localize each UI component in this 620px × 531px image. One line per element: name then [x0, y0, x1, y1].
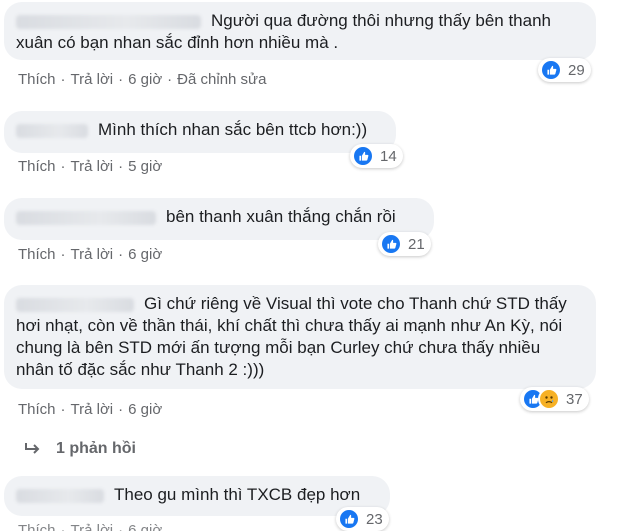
commenter-name[interactable]	[16, 123, 88, 138]
comment-text: bên thanh xuân thắng chắn rồi	[166, 207, 396, 226]
timestamp[interactable]: 6 giờ	[128, 246, 162, 263]
sad-icon	[538, 388, 560, 410]
reaction-count: 14	[380, 147, 397, 165]
timestamp[interactable]: 6 giờ	[128, 71, 162, 88]
like-link[interactable]: Thích	[18, 401, 56, 418]
comment-actions: Thích · Trả lời · 6 giờ	[18, 522, 162, 531]
reaction-summary[interactable]: 37	[520, 387, 589, 411]
like-icon	[540, 59, 562, 81]
reaction-count: 29	[568, 61, 585, 79]
comment-bubble: bên thanh xuân thắng chắn rồi	[4, 198, 434, 240]
reply-arrow-icon	[25, 443, 40, 454]
reaction-count: 23	[366, 510, 383, 528]
comment-feed: Người qua đường thôi nhưng thấy bên than…	[0, 0, 620, 531]
replies-count: 1 phản hồi	[56, 440, 136, 457]
reply-link[interactable]: Trả lời	[71, 158, 114, 175]
comment-actions: Thích · Trả lời · 6 giờ · Đã chỉnh sửa	[18, 71, 267, 88]
timestamp[interactable]: 6 giờ	[128, 522, 162, 531]
reply-link[interactable]: Trả lời	[71, 71, 114, 88]
commenter-name[interactable]	[16, 488, 104, 503]
comment-bubble: Gì chứ riêng về Visual thì vote cho Than…	[4, 285, 596, 389]
commenter-name[interactable]	[16, 210, 156, 225]
commenter-name[interactable]	[16, 14, 201, 29]
reaction-summary[interactable]: 23	[336, 507, 389, 531]
reaction-summary[interactable]: 14	[350, 144, 403, 168]
comment-bubble: Người qua đường thôi nhưng thấy bên than…	[4, 2, 596, 60]
comment-bubble: Mình thích nhan sắc bên ttcb hơn:))	[4, 111, 396, 153]
like-link[interactable]: Thích	[18, 246, 56, 263]
view-replies-link[interactable]: 1 phản hồi	[24, 440, 136, 458]
like-link[interactable]: Thích	[18, 522, 56, 531]
reaction-summary[interactable]: 21	[378, 232, 431, 256]
reaction-count: 21	[408, 235, 425, 253]
comment-bubble: Theo gu mình thì TXCB đẹp hơn	[4, 476, 390, 516]
like-icon	[380, 233, 402, 255]
comment-actions: Thích · Trả lời · 6 giờ	[18, 401, 163, 418]
comment-text: Mình thích nhan sắc bên ttcb hơn:))	[98, 120, 368, 139]
reply-link[interactable]: Trả lời	[71, 401, 114, 418]
timestamp[interactable]: 6 giờ	[128, 401, 162, 418]
reaction-summary[interactable]: 29	[538, 58, 591, 82]
comment-actions: Thích · Trả lời · 6 giờ	[18, 246, 163, 263]
comment-actions: Thích · Trả lời · 5 giờ	[18, 158, 163, 175]
like-link[interactable]: Thích	[18, 71, 56, 88]
commenter-name[interactable]	[16, 297, 134, 312]
timestamp[interactable]: 5 giờ	[128, 158, 162, 175]
like-link[interactable]: Thích	[18, 158, 56, 175]
reply-link[interactable]: Trả lời	[71, 522, 114, 531]
reaction-count: 37	[566, 390, 583, 408]
like-icon	[338, 508, 360, 530]
edited-label: Đã chỉnh sửa	[177, 71, 267, 88]
comment-text: Theo gu mình thì TXCB đẹp hơn	[114, 485, 361, 504]
reply-link[interactable]: Trả lời	[71, 246, 114, 263]
like-icon	[352, 145, 374, 167]
